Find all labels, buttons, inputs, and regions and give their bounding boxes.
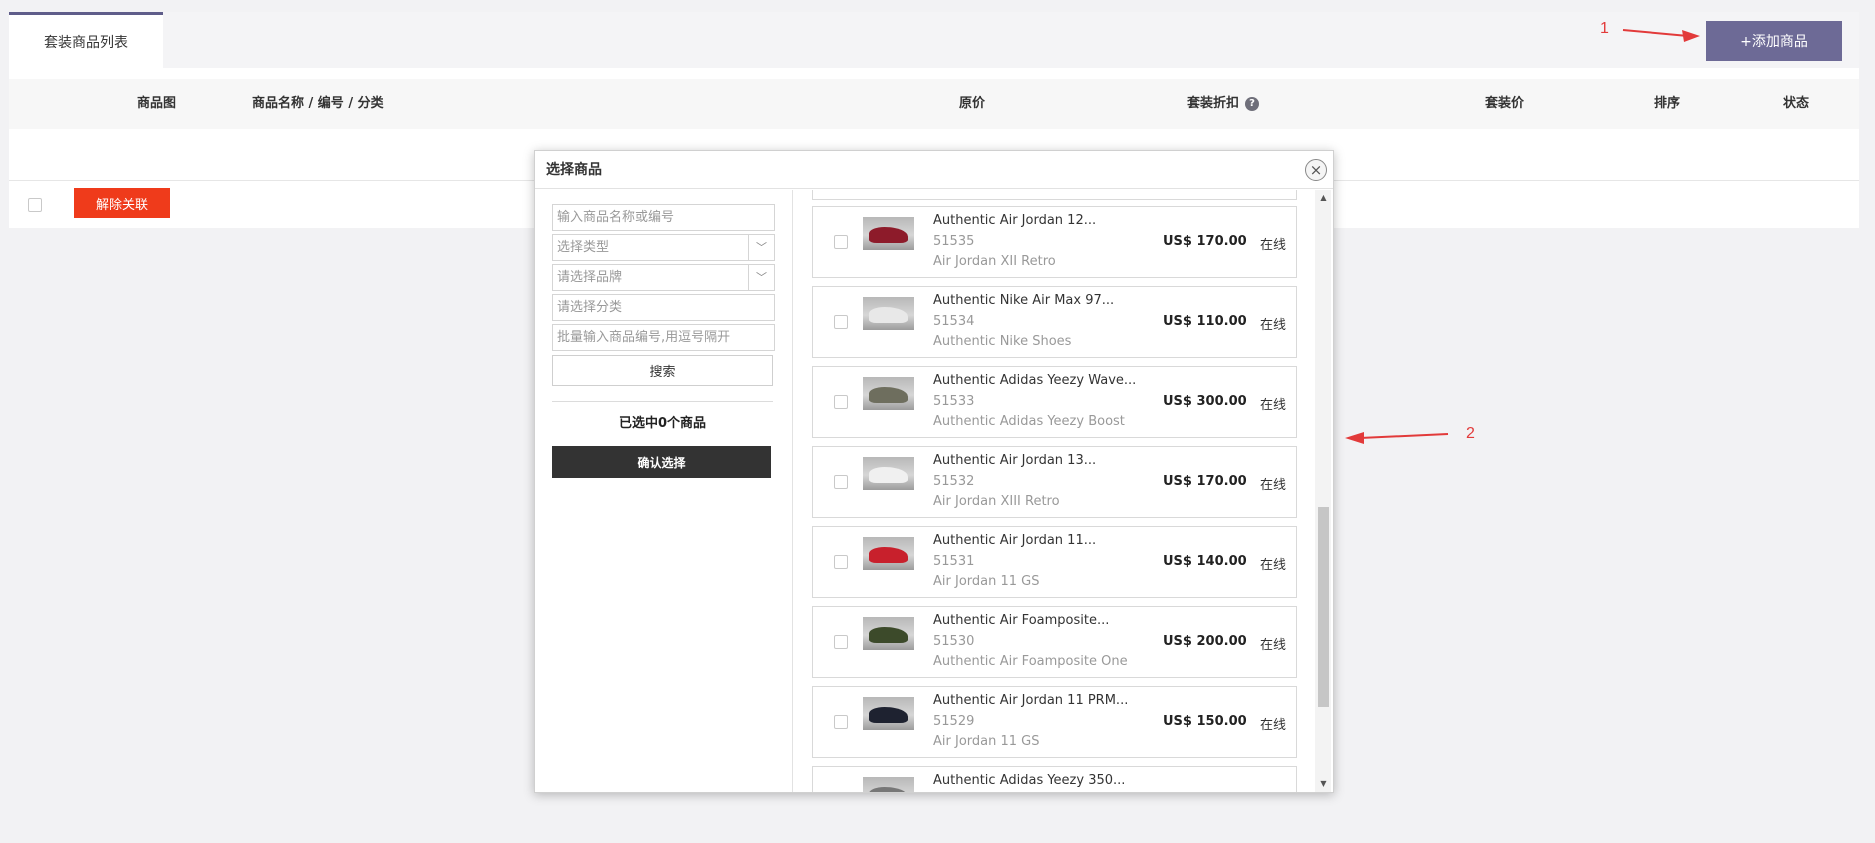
product-price: US$ 170.00	[1163, 234, 1247, 249]
product-thumbnail	[863, 697, 914, 730]
product-category: Authentic Nike Shoes	[933, 334, 1072, 349]
product-status: 在线	[1260, 558, 1287, 573]
product-thumbnail	[863, 617, 914, 650]
list-item[interactable]: Authentic Adidas Yeezy 350...	[812, 766, 1297, 792]
chevron-down-icon[interactable]: ﹀	[748, 265, 774, 290]
product-code: 51535	[933, 234, 975, 249]
product-status: 在线	[1260, 478, 1287, 493]
search-button[interactable]: 搜索	[552, 355, 773, 386]
list-item[interactable]: Authentic Adidas Yeezy Wave... 51533 Authe…	[812, 366, 1297, 438]
product-code: 51531	[933, 554, 975, 569]
product-code: 51534	[933, 314, 975, 329]
list-item-partial[interactable]	[812, 190, 1297, 200]
product-price: US$ 150.00	[1163, 714, 1247, 729]
scroll-thumb[interactable]	[1318, 507, 1329, 707]
product-category: Authentic Adidas Yeezy Boost	[933, 414, 1125, 429]
product-name: Authentic Nike Air Max 97...	[933, 293, 1115, 308]
shoe-icon	[869, 547, 908, 563]
product-status: 在线	[1260, 238, 1287, 253]
list-item[interactable]: Authentic Air Jordan 11 PRM... 51529 Air J…	[812, 686, 1297, 758]
type-select[interactable]: 选择类型 ﹀	[552, 234, 775, 261]
product-thumbnail	[863, 457, 914, 490]
shoe-icon	[869, 387, 908, 403]
shoe-icon	[869, 467, 908, 483]
product-checkbox[interactable]	[834, 315, 848, 329]
confirm-selection-button[interactable]: 确认选择	[552, 446, 771, 478]
list-item[interactable]: Authentic Air Jordan 12... 51535 Air Jorda…	[812, 206, 1297, 278]
product-category: Air Jordan XIII Retro	[933, 494, 1060, 509]
list-item[interactable]: Authentic Air Foamposite... 51530 Authenti…	[812, 606, 1297, 678]
type-select-placeholder: 选择类型	[557, 240, 610, 255]
product-checkbox[interactable]	[834, 475, 848, 489]
select-product-modal: 选择商品 × 输入商品名称或编号 选择类型 ﹀ 请选择品牌 ﹀ 请选择分类批量输入商品编号…	[534, 150, 1334, 793]
annotation-label-2: 2	[1466, 425, 1475, 442]
category-select-placeholder: 请选择分类	[557, 300, 623, 315]
product-category: Air Jordan 11 GS	[933, 734, 1040, 749]
product-thumbnail	[863, 377, 914, 410]
modal-title: 选择商品	[535, 151, 1333, 189]
list-item[interactable]: Authentic Air Jordan 13... 51532 Air Jorda…	[812, 446, 1297, 518]
product-name: Authentic Adidas Yeezy Wave...	[933, 373, 1137, 388]
product-name-search-input[interactable]: 输入商品名称或编号	[552, 204, 775, 231]
product-name: Authentic Air Jordan 11 PRM...	[933, 693, 1129, 708]
batch-code-input-placeholder: 批量输入商品编号,用逗号隔开	[557, 330, 731, 345]
product-price: US$ 140.00	[1163, 554, 1247, 569]
product-name-search-input-placeholder: 输入商品名称或编号	[557, 210, 675, 225]
product-checkbox[interactable]	[834, 235, 848, 249]
product-price: US$ 200.00	[1163, 634, 1247, 649]
product-code: 51530	[933, 634, 975, 649]
product-price: US$ 170.00	[1163, 474, 1247, 489]
arrow-1	[1622, 29, 1700, 42]
product-name: Authentic Air Foamposite...	[933, 613, 1110, 628]
product-checkbox[interactable]	[834, 555, 848, 569]
scroll-down-icon[interactable]: ▼	[1318, 778, 1329, 790]
product-code: 51533	[933, 394, 975, 409]
product-thumbnail	[863, 297, 914, 330]
product-name: Authentic Adidas Yeezy 350...	[933, 773, 1126, 788]
filter-pane: 输入商品名称或编号 选择类型 ﹀ 请选择品牌 ﹀ 请选择分类批量输入商品编号,用逗号隔开搜…	[535, 190, 793, 792]
scrollbar[interactable]: ▲ ▼	[1315, 190, 1331, 792]
product-status: 在线	[1260, 718, 1287, 733]
shoe-icon	[869, 307, 908, 323]
product-name: Authentic Air Jordan 11...	[933, 533, 1097, 548]
selected-count: 已选中0个商品	[618, 416, 707, 431]
product-code: 51532	[933, 474, 975, 489]
product-price: US$ 300.00	[1163, 394, 1247, 409]
brand-select-placeholder: 请选择品牌	[557, 270, 623, 285]
shoe-icon	[869, 707, 908, 723]
list-item[interactable]: Authentic Nike Air Max 97... 51534 Authent…	[812, 286, 1297, 358]
shoe-icon	[869, 227, 908, 243]
filter-divider	[552, 401, 773, 402]
arrow-2	[1345, 432, 1449, 444]
batch-code-input[interactable]: 批量输入商品编号,用逗号隔开	[552, 324, 775, 351]
brand-select[interactable]: 请选择品牌 ﹀	[552, 264, 775, 291]
scroll-up-icon[interactable]: ▲	[1318, 192, 1329, 204]
close-icon[interactable]: ×	[1305, 159, 1327, 181]
product-checkbox[interactable]	[834, 395, 848, 409]
product-category: Air Jordan 11 GS	[933, 574, 1040, 589]
category-select[interactable]: 请选择分类	[552, 294, 775, 321]
product-name: Authentic Air Jordan 12...	[933, 213, 1097, 228]
list-item[interactable]: Authentic Air Jordan 11... 51531 Air Jorda…	[812, 526, 1297, 598]
product-thumbnail	[863, 217, 914, 250]
product-price: US$ 110.00	[1163, 314, 1247, 329]
product-list-pane: Authentic Air Jordan 12... 51535 Air Jorda…	[794, 190, 1333, 792]
product-category: Authentic Air Foamposite One	[933, 654, 1128, 669]
shoe-icon	[869, 627, 908, 643]
product-thumbnail	[863, 537, 914, 570]
chevron-down-icon[interactable]: ﹀	[748, 235, 774, 260]
product-status: 在线	[1260, 638, 1287, 653]
product-code: 51529	[933, 714, 975, 729]
annotation-label-1: 1	[1600, 20, 1609, 37]
product-thumbnail	[863, 777, 914, 792]
product-name: Authentic Air Jordan 13...	[933, 453, 1097, 468]
product-category: Air Jordan XII Retro	[933, 254, 1056, 269]
product-checkbox[interactable]	[834, 715, 848, 729]
product-checkbox[interactable]	[834, 635, 848, 649]
product-status: 在线	[1260, 398, 1287, 413]
product-status: 在线	[1260, 318, 1287, 333]
shoe-icon	[869, 787, 908, 792]
